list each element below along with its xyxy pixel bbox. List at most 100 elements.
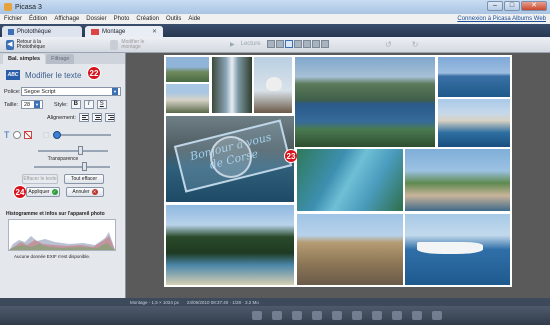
collage-canvas[interactable]: Bonjour à vous de Corse 23 xyxy=(164,55,512,287)
collage-photo[interactable] xyxy=(297,214,403,285)
callout-badge: 24 xyxy=(13,185,27,199)
tab-library[interactable]: Photothèque xyxy=(2,26,82,37)
delete-text-button[interactable]: Effacer le texte xyxy=(22,174,58,184)
panel-tabs: Bal. simples Filtrage xyxy=(0,53,125,64)
collage-photo-harbor[interactable] xyxy=(295,57,435,147)
transparency-slider-knob[interactable] xyxy=(82,162,87,171)
movie-icon[interactable] xyxy=(412,311,422,320)
text-tool-header: ABC Modifier le texte xyxy=(6,70,81,80)
transparency-label: Transparence xyxy=(47,156,79,162)
exif-info: Aucune donnée EXIF n'est disponible. xyxy=(14,254,91,259)
apply-button[interactable]: Appliquer ✓ xyxy=(26,187,60,197)
blog-icon[interactable] xyxy=(392,311,402,320)
collage-photo[interactable] xyxy=(212,57,252,113)
size-value: 28 xyxy=(24,101,31,108)
collage-photo[interactable] xyxy=(254,57,292,113)
thumb[interactable] xyxy=(266,40,275,48)
edit-panel: Bal. simples Filtrage ABC Modifier le te… xyxy=(0,53,126,298)
export-icon[interactable] xyxy=(352,311,362,320)
text-tool-icon: ABC xyxy=(6,70,20,80)
align-right-icon[interactable] xyxy=(105,113,115,122)
collage-photo[interactable] xyxy=(297,149,403,211)
menu-view[interactable]: Affichage xyxy=(54,16,79,22)
sign-in-link[interactable]: Connexion à Picasa Albums Web xyxy=(457,16,546,22)
upload-icon[interactable] xyxy=(432,311,442,320)
size-slider-knob[interactable] xyxy=(78,146,83,155)
collage-photo-text[interactable]: Bonjour à vous de Corse xyxy=(166,116,294,202)
close-button[interactable]: ✕ xyxy=(521,1,547,11)
text-color-icon[interactable]: T xyxy=(4,130,10,140)
collage-photo[interactable] xyxy=(438,57,510,97)
menu-edit[interactable]: Édition xyxy=(29,16,47,22)
back-to-library-button[interactable]: ◀ Retour à la Photothèque xyxy=(6,39,58,51)
no-color-icon[interactable] xyxy=(23,131,32,139)
modify-label: Modifier le montage xyxy=(121,39,145,50)
thumb[interactable] xyxy=(293,40,302,48)
apply-label: Appliquer xyxy=(28,189,50,195)
tab-library-label: Photothèque xyxy=(17,28,52,35)
print-icon[interactable] xyxy=(332,311,342,320)
italic-button[interactable]: I xyxy=(83,100,94,109)
collage-photo[interactable] xyxy=(405,214,510,285)
playback-controls: ▶ Lecture xyxy=(230,40,329,48)
color-slider-knob[interactable] xyxy=(52,131,61,139)
font-select[interactable]: Segoe Script ▼ xyxy=(21,87,121,96)
window-title: Picasa 3 xyxy=(15,3,42,11)
menu-folder[interactable]: Dossier xyxy=(86,16,106,22)
menu-bar: Fichier Édition Affichage Dossier Photo … xyxy=(0,14,550,24)
thumb-selected[interactable] xyxy=(284,40,293,48)
font-row: Police: Segoe Script ▼ xyxy=(4,87,121,96)
text-tool-title: Modifier le texte xyxy=(25,70,82,80)
clear-all-button[interactable]: Tout effacer xyxy=(64,174,104,184)
minimize-button[interactable]: – xyxy=(487,1,503,11)
email-icon[interactable] xyxy=(312,311,322,320)
collage-photo[interactable] xyxy=(166,205,294,285)
menu-tools[interactable]: Outils xyxy=(166,16,181,22)
close-tab-icon[interactable]: ✕ xyxy=(152,28,157,35)
size-slider[interactable] xyxy=(38,146,108,155)
rotate-left-icon[interactable]: ↺ xyxy=(385,40,392,49)
play-label[interactable]: Lecture xyxy=(241,41,261,47)
outline-color-icon[interactable] xyxy=(12,131,21,139)
size-label: Taille: xyxy=(4,101,19,108)
thumbnail-strip[interactable] xyxy=(266,40,329,48)
thumb[interactable] xyxy=(275,40,284,48)
tab-basic-fixes[interactable]: Bal. simples xyxy=(3,54,46,64)
cancel-button[interactable]: Annuler ✕ xyxy=(66,187,104,197)
play-icon[interactable]: ▶ xyxy=(230,41,235,48)
callout-badge: 22 xyxy=(87,66,101,80)
collage-photo[interactable] xyxy=(166,57,209,82)
underline-button[interactable]: S xyxy=(96,100,107,109)
menu-create[interactable]: Création xyxy=(136,16,159,22)
status-left: Montage - 1,5 × 1024 px xyxy=(130,299,179,305)
menu-file[interactable]: Fichier xyxy=(4,16,22,22)
callout-badge: 23 xyxy=(284,149,298,163)
tab-tuning[interactable]: Filtrage xyxy=(46,54,75,64)
thumb[interactable] xyxy=(302,40,311,48)
menu-photo[interactable]: Photo xyxy=(114,16,130,22)
modify-collage-button[interactable]: Modifier le montage xyxy=(110,39,158,51)
collage-photo[interactable] xyxy=(438,99,510,147)
rotate-right-icon[interactable]: ↻ xyxy=(412,40,419,49)
rotate-handle-icon[interactable] xyxy=(210,136,252,178)
tag-icon[interactable] xyxy=(272,311,282,320)
share-icon[interactable] xyxy=(252,311,262,320)
align-left-icon[interactable] xyxy=(79,113,89,122)
bold-button[interactable]: B xyxy=(70,100,81,109)
bottom-tray xyxy=(0,306,550,325)
tab-collage[interactable]: Montage ✕ xyxy=(85,26,163,37)
align-center-icon[interactable] xyxy=(92,113,102,122)
thumb[interactable] xyxy=(311,40,320,48)
transparency-slider[interactable] xyxy=(34,162,110,171)
size-select[interactable]: 28 ▼ xyxy=(21,100,43,109)
color-slider-track[interactable] xyxy=(52,131,111,139)
maximize-button[interactable]: □ xyxy=(504,1,520,11)
people-icon[interactable] xyxy=(292,311,302,320)
shape-icon[interactable]: ☐ xyxy=(43,131,50,140)
collage-photo[interactable] xyxy=(166,84,209,113)
shop-icon[interactable] xyxy=(372,311,382,320)
check-icon: ✓ xyxy=(51,189,58,195)
thumb[interactable] xyxy=(320,40,329,48)
collage-photo[interactable] xyxy=(405,149,510,211)
menu-help[interactable]: Aide xyxy=(188,16,200,22)
